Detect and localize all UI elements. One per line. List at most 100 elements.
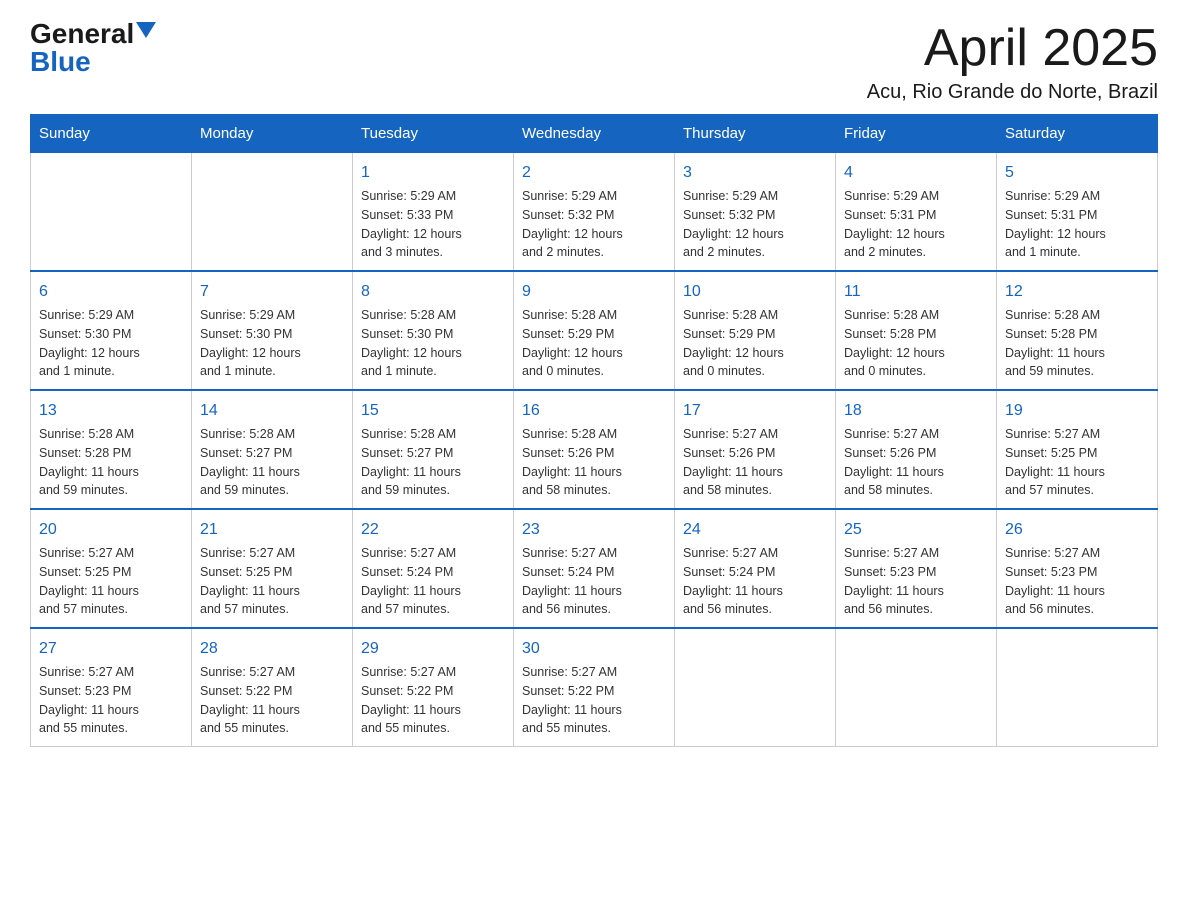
- day-info: Sunrise: 5:29 AM Sunset: 5:30 PM Dayligh…: [200, 306, 344, 381]
- day-info: Sunrise: 5:29 AM Sunset: 5:30 PM Dayligh…: [39, 306, 183, 381]
- table-row: [836, 628, 997, 747]
- header-thursday: Thursday: [675, 115, 836, 153]
- day-number: 7: [200, 280, 344, 304]
- day-number: 2: [522, 161, 666, 185]
- day-number: 17: [683, 399, 827, 423]
- day-number: 9: [522, 280, 666, 304]
- title-area: April 2025 Acu, Rio Grande do Norte, Bra…: [867, 20, 1158, 104]
- day-info: Sunrise: 5:28 AM Sunset: 5:29 PM Dayligh…: [522, 306, 666, 381]
- table-row: 23Sunrise: 5:27 AM Sunset: 5:24 PM Dayli…: [514, 509, 675, 628]
- day-number: 8: [361, 280, 505, 304]
- day-number: 13: [39, 399, 183, 423]
- day-info: Sunrise: 5:27 AM Sunset: 5:25 PM Dayligh…: [39, 544, 183, 619]
- calendar-header-row: Sunday Monday Tuesday Wednesday Thursday…: [31, 115, 1158, 153]
- day-number: 12: [1005, 280, 1149, 304]
- day-number: 10: [683, 280, 827, 304]
- day-info: Sunrise: 5:29 AM Sunset: 5:32 PM Dayligh…: [683, 187, 827, 262]
- table-row: 6Sunrise: 5:29 AM Sunset: 5:30 PM Daylig…: [31, 271, 192, 390]
- day-number: 16: [522, 399, 666, 423]
- location-label: Acu, Rio Grande do Norte, Brazil: [867, 81, 1158, 104]
- table-row: 12Sunrise: 5:28 AM Sunset: 5:28 PM Dayli…: [997, 271, 1158, 390]
- table-row: 14Sunrise: 5:28 AM Sunset: 5:27 PM Dayli…: [192, 390, 353, 509]
- table-row: 16Sunrise: 5:28 AM Sunset: 5:26 PM Dayli…: [514, 390, 675, 509]
- table-row: 24Sunrise: 5:27 AM Sunset: 5:24 PM Dayli…: [675, 509, 836, 628]
- day-number: 14: [200, 399, 344, 423]
- table-row: 27Sunrise: 5:27 AM Sunset: 5:23 PM Dayli…: [31, 628, 192, 747]
- day-info: Sunrise: 5:27 AM Sunset: 5:22 PM Dayligh…: [522, 663, 666, 738]
- table-row: 2Sunrise: 5:29 AM Sunset: 5:32 PM Daylig…: [514, 153, 675, 272]
- logo: General Blue: [30, 20, 156, 76]
- table-row: 13Sunrise: 5:28 AM Sunset: 5:28 PM Dayli…: [31, 390, 192, 509]
- day-info: Sunrise: 5:28 AM Sunset: 5:27 PM Dayligh…: [200, 425, 344, 500]
- day-info: Sunrise: 5:27 AM Sunset: 5:25 PM Dayligh…: [200, 544, 344, 619]
- table-row: 7Sunrise: 5:29 AM Sunset: 5:30 PM Daylig…: [192, 271, 353, 390]
- day-number: 5: [1005, 161, 1149, 185]
- logo-general-text: General: [30, 20, 134, 48]
- day-info: Sunrise: 5:27 AM Sunset: 5:26 PM Dayligh…: [844, 425, 988, 500]
- day-info: Sunrise: 5:27 AM Sunset: 5:23 PM Dayligh…: [844, 544, 988, 619]
- day-number: 4: [844, 161, 988, 185]
- calendar-week-row: 1Sunrise: 5:29 AM Sunset: 5:33 PM Daylig…: [31, 153, 1158, 272]
- day-number: 26: [1005, 518, 1149, 542]
- day-number: 20: [39, 518, 183, 542]
- table-row: 10Sunrise: 5:28 AM Sunset: 5:29 PM Dayli…: [675, 271, 836, 390]
- table-row: 11Sunrise: 5:28 AM Sunset: 5:28 PM Dayli…: [836, 271, 997, 390]
- table-row: 26Sunrise: 5:27 AM Sunset: 5:23 PM Dayli…: [997, 509, 1158, 628]
- day-info: Sunrise: 5:27 AM Sunset: 5:24 PM Dayligh…: [683, 544, 827, 619]
- table-row: 21Sunrise: 5:27 AM Sunset: 5:25 PM Dayli…: [192, 509, 353, 628]
- table-row: 29Sunrise: 5:27 AM Sunset: 5:22 PM Dayli…: [353, 628, 514, 747]
- day-info: Sunrise: 5:28 AM Sunset: 5:27 PM Dayligh…: [361, 425, 505, 500]
- day-info: Sunrise: 5:28 AM Sunset: 5:29 PM Dayligh…: [683, 306, 827, 381]
- table-row: 18Sunrise: 5:27 AM Sunset: 5:26 PM Dayli…: [836, 390, 997, 509]
- table-row: [675, 628, 836, 747]
- day-number: 18: [844, 399, 988, 423]
- table-row: 9Sunrise: 5:28 AM Sunset: 5:29 PM Daylig…: [514, 271, 675, 390]
- day-number: 1: [361, 161, 505, 185]
- day-info: Sunrise: 5:27 AM Sunset: 5:22 PM Dayligh…: [361, 663, 505, 738]
- day-number: 15: [361, 399, 505, 423]
- day-info: Sunrise: 5:27 AM Sunset: 5:24 PM Dayligh…: [361, 544, 505, 619]
- day-info: Sunrise: 5:29 AM Sunset: 5:31 PM Dayligh…: [844, 187, 988, 262]
- day-info: Sunrise: 5:27 AM Sunset: 5:23 PM Dayligh…: [39, 663, 183, 738]
- month-title: April 2025: [867, 20, 1158, 77]
- day-number: 29: [361, 637, 505, 661]
- table-row: 19Sunrise: 5:27 AM Sunset: 5:25 PM Dayli…: [997, 390, 1158, 509]
- header-monday: Monday: [192, 115, 353, 153]
- table-row: 1Sunrise: 5:29 AM Sunset: 5:33 PM Daylig…: [353, 153, 514, 272]
- table-row: 30Sunrise: 5:27 AM Sunset: 5:22 PM Dayli…: [514, 628, 675, 747]
- table-row: 15Sunrise: 5:28 AM Sunset: 5:27 PM Dayli…: [353, 390, 514, 509]
- page-header: General Blue April 2025 Acu, Rio Grande …: [30, 20, 1158, 104]
- table-row: [31, 153, 192, 272]
- day-info: Sunrise: 5:28 AM Sunset: 5:28 PM Dayligh…: [1005, 306, 1149, 381]
- day-info: Sunrise: 5:28 AM Sunset: 5:26 PM Dayligh…: [522, 425, 666, 500]
- day-info: Sunrise: 5:29 AM Sunset: 5:32 PM Dayligh…: [522, 187, 666, 262]
- logo-triangle-icon: [136, 22, 156, 38]
- logo-blue-text: Blue: [30, 46, 91, 77]
- header-sunday: Sunday: [31, 115, 192, 153]
- day-info: Sunrise: 5:27 AM Sunset: 5:23 PM Dayligh…: [1005, 544, 1149, 619]
- day-number: 30: [522, 637, 666, 661]
- table-row: 20Sunrise: 5:27 AM Sunset: 5:25 PM Dayli…: [31, 509, 192, 628]
- calendar-week-row: 13Sunrise: 5:28 AM Sunset: 5:28 PM Dayli…: [31, 390, 1158, 509]
- table-row: 3Sunrise: 5:29 AM Sunset: 5:32 PM Daylig…: [675, 153, 836, 272]
- day-info: Sunrise: 5:28 AM Sunset: 5:30 PM Dayligh…: [361, 306, 505, 381]
- day-info: Sunrise: 5:27 AM Sunset: 5:24 PM Dayligh…: [522, 544, 666, 619]
- day-info: Sunrise: 5:28 AM Sunset: 5:28 PM Dayligh…: [844, 306, 988, 381]
- header-tuesday: Tuesday: [353, 115, 514, 153]
- table-row: 4Sunrise: 5:29 AM Sunset: 5:31 PM Daylig…: [836, 153, 997, 272]
- day-number: 22: [361, 518, 505, 542]
- day-info: Sunrise: 5:29 AM Sunset: 5:31 PM Dayligh…: [1005, 187, 1149, 262]
- header-saturday: Saturday: [997, 115, 1158, 153]
- table-row: [192, 153, 353, 272]
- header-friday: Friday: [836, 115, 997, 153]
- day-number: 3: [683, 161, 827, 185]
- day-info: Sunrise: 5:27 AM Sunset: 5:25 PM Dayligh…: [1005, 425, 1149, 500]
- table-row: 5Sunrise: 5:29 AM Sunset: 5:31 PM Daylig…: [997, 153, 1158, 272]
- calendar-table: Sunday Monday Tuesday Wednesday Thursday…: [30, 114, 1158, 747]
- day-number: 19: [1005, 399, 1149, 423]
- calendar-week-row: 27Sunrise: 5:27 AM Sunset: 5:23 PM Dayli…: [31, 628, 1158, 747]
- day-number: 28: [200, 637, 344, 661]
- table-row: [997, 628, 1158, 747]
- day-info: Sunrise: 5:29 AM Sunset: 5:33 PM Dayligh…: [361, 187, 505, 262]
- table-row: 17Sunrise: 5:27 AM Sunset: 5:26 PM Dayli…: [675, 390, 836, 509]
